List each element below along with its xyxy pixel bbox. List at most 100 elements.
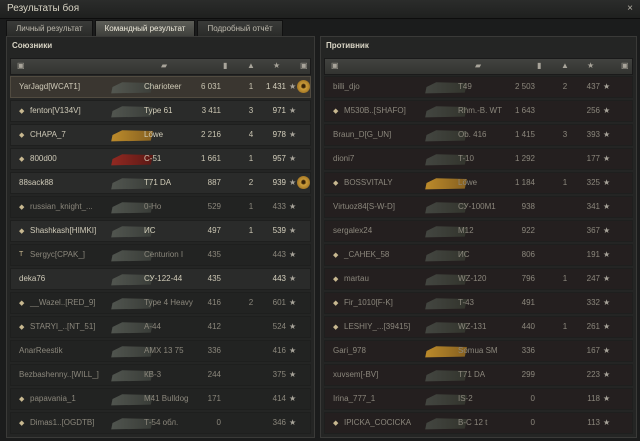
player-row[interactable]: ◆ Fir_1010[F-K] T-43 491 332 ★ xyxy=(324,292,633,314)
tank-name: КВ-3 xyxy=(144,370,162,379)
tank-name: WZ-131 xyxy=(458,322,487,331)
experience-star-icon: ★ xyxy=(603,394,611,403)
player-name: Irina_777_1 xyxy=(333,394,376,403)
player-row[interactable]: Braun_D[G_UN] Ob. 416 1 415 3 393 ★ xyxy=(324,124,633,146)
tank-name: Centurion I xyxy=(144,250,184,259)
squad-icon[interactable]: ▣ xyxy=(17,61,25,70)
player-row[interactable]: Bezbashenny..[WILL_] КВ-3 244 375 ★ xyxy=(10,364,311,386)
player-name: sergalex24 xyxy=(333,226,373,235)
experience-value: 167 xyxy=(586,346,600,355)
medal-icon[interactable]: ▣ xyxy=(300,61,308,70)
damage-value: 0 xyxy=(530,394,535,403)
tank-name: T71 DA xyxy=(458,370,486,379)
player-row[interactable]: ◆ LESHIY_...[39415] WZ-131 440 1 261 ★ xyxy=(324,316,633,338)
experience-star-icon: ★ xyxy=(603,274,611,283)
tank-icon[interactable]: ▰ xyxy=(161,61,167,70)
tank-name: Charioteer xyxy=(144,82,182,91)
allies-panel: Союзники ▣ ▰ ▮ ▲ ★ ▣ YarJagd[WCAT1] Chari… xyxy=(6,36,315,438)
player-row[interactable]: ◆ fenton[V134V] Type 61 3 411 3 971 ★ xyxy=(10,100,311,122)
player-marker-icon: ◆ xyxy=(333,180,339,187)
player-row[interactable]: deka76 СУ-122-44 435 443 ★ xyxy=(10,268,311,290)
player-marker-icon: ◆ xyxy=(333,420,339,427)
tank-name: T71 DA xyxy=(144,178,172,187)
experience-star-icon: ★ xyxy=(603,106,611,115)
player-name: Sergyc[CPAK_] xyxy=(30,250,85,259)
player-name: M530B..[SHAFO] xyxy=(344,106,406,115)
player-marker-icon: ◆ xyxy=(19,132,25,139)
player-marker-icon: ◆ xyxy=(19,420,25,427)
medal-icon[interactable]: ▣ xyxy=(621,61,629,70)
player-name: deka76 xyxy=(19,274,46,283)
close-button[interactable]: × xyxy=(624,3,636,15)
player-row[interactable]: ◆ martau WZ-120 796 1 247 ★ xyxy=(324,268,633,290)
squad-icon[interactable]: ▣ xyxy=(331,61,339,70)
damage-icon[interactable]: ▮ xyxy=(537,61,541,70)
damage-icon[interactable]: ▮ xyxy=(223,61,227,70)
experience-icon[interactable]: ★ xyxy=(273,61,280,70)
player-row[interactable]: T Sergyc[CPAK_] Centurion I 435 443 ★ xyxy=(10,244,311,266)
player-row[interactable]: ◆ _CAHEK_58 ИС 806 191 ★ xyxy=(324,244,633,266)
player-marker-icon: ◆ xyxy=(19,228,25,235)
tank-name: Ob. 416 xyxy=(458,130,487,139)
medal-icon[interactable]: ✹ xyxy=(297,80,310,93)
frags-value: 2 xyxy=(562,82,568,91)
player-row[interactable]: Virtuoz84[S-W-D] СУ-100М1 938 341 ★ xyxy=(324,196,633,218)
player-marker-icon: ◆ xyxy=(19,156,25,163)
experience-value: 437 xyxy=(586,82,600,91)
experience-star-icon: ★ xyxy=(289,274,297,283)
player-row[interactable]: dioni7 T-10 1 292 177 ★ xyxy=(324,148,633,170)
player-name: papavania_1 xyxy=(30,394,76,403)
player-row[interactable]: ◆ russian_knight_... 0-Ho 529 1 433 ★ xyxy=(10,196,311,218)
player-row[interactable]: xuvsem[-BV] T71 DA 299 223 ★ xyxy=(324,364,633,386)
player-row[interactable]: sergalex24 M12 922 367 ★ xyxy=(324,220,633,242)
player-row[interactable]: ◆ papavania_1 M41 Bulldog 171 414 ★ xyxy=(10,388,311,410)
player-name: russian_knight_... xyxy=(30,202,93,211)
player-row[interactable]: Irina_777_1 IS-2 0 118 ★ xyxy=(324,388,633,410)
player-row[interactable]: ◆ __Wazel..[RED_9] Type 4 Heavy 416 2 601 ★ xyxy=(10,292,311,314)
tab-detailed-report[interactable]: Подробный отчёт xyxy=(197,20,283,36)
player-row[interactable]: ◆ M530B..[SHAFO] Rhm.-B. WT 1 643 256 ★ xyxy=(324,100,633,122)
player-row[interactable]: ◆ 800d00 C-51 1 661 1 957 ★ xyxy=(10,148,311,170)
window-titlebar: Результаты боя × xyxy=(0,0,640,19)
damage-value: 435 xyxy=(207,250,221,259)
experience-star-icon: ★ xyxy=(289,226,297,235)
damage-value: 1 643 xyxy=(514,106,535,115)
frags-icon[interactable]: ▲ xyxy=(561,61,569,70)
window-title: Результаты боя xyxy=(7,3,80,14)
player-row[interactable]: ◆ STARYI_..[NT_51] A-44 412 524 ★ xyxy=(10,316,311,338)
player-marker-icon: ◆ xyxy=(19,108,25,115)
tab-personal-result[interactable]: Личный результат xyxy=(6,20,93,36)
experience-icon[interactable]: ★ xyxy=(587,61,594,70)
experience-star-icon: ★ xyxy=(289,322,297,331)
player-name: 88sack88 xyxy=(19,178,54,187)
experience-star-icon: ★ xyxy=(289,202,297,211)
player-name: 800d00 xyxy=(30,154,57,163)
tank-name: M12 xyxy=(458,226,474,235)
player-marker-icon: ◆ xyxy=(19,300,25,307)
medal-icon[interactable]: ✹ xyxy=(297,176,310,189)
player-row[interactable]: ◆ Dimas1..[OGDTB] Т-54 обл. 0 346 ★ xyxy=(10,412,311,434)
damage-value: 435 xyxy=(207,274,221,283)
tank-icon[interactable]: ▰ xyxy=(475,61,481,70)
tank-name: СУ-122-44 xyxy=(144,274,183,283)
player-name: xuvsem[-BV] xyxy=(333,370,379,379)
player-row[interactable]: YarJagd[WCAT1] Charioteer 6 031 1 1 431 ★ ✹ xyxy=(10,76,311,98)
player-row[interactable]: billi_djo T49 2 503 2 437 ★ xyxy=(324,76,633,98)
frags-icon[interactable]: ▲ xyxy=(247,61,255,70)
player-row[interactable]: AnarReestik AMX 13 75 336 416 ★ xyxy=(10,340,311,362)
experience-value: 247 xyxy=(586,274,600,283)
damage-value: 0 xyxy=(530,418,535,427)
frags-value: 1 xyxy=(562,274,568,283)
player-row[interactable]: ◆ Shashkash[HIMKI] ИС 497 1 539 ★ xyxy=(10,220,311,242)
tab-team-result[interactable]: Командный результат xyxy=(94,20,196,36)
frags-value: 1 xyxy=(562,322,568,331)
player-row[interactable]: ◆ IPICKA_COCICKA B-C 12 t 0 113 ★ xyxy=(324,412,633,434)
experience-value: 346 xyxy=(272,418,286,427)
player-row[interactable]: ◆ CHAPA_7 Löwe 2 216 4 978 ★ xyxy=(10,124,311,146)
player-row[interactable]: ◆ BOSSVITALY Löwe 1 184 1 325 ★ xyxy=(324,172,633,194)
damage-value: 440 xyxy=(521,322,535,331)
player-row[interactable]: 88sack88 T71 DA 887 2 939 ★ ✹ xyxy=(10,172,311,194)
tank-name: M41 Bulldog xyxy=(144,394,189,403)
player-row[interactable]: Gari_978 Somua SM 336 167 ★ xyxy=(324,340,633,362)
damage-value: 336 xyxy=(207,346,221,355)
